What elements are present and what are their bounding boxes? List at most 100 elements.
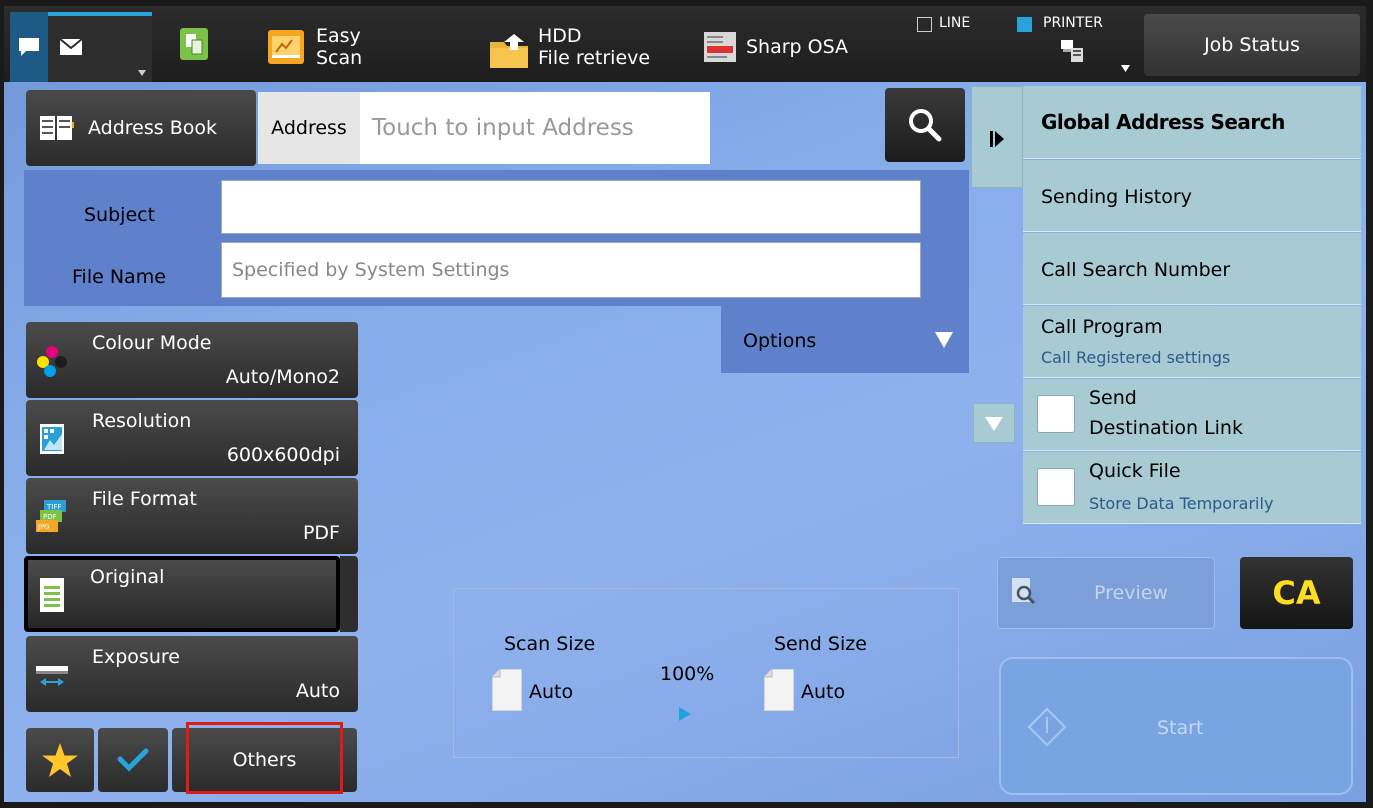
original-button-edge xyxy=(340,556,358,632)
resolution-icon xyxy=(40,424,64,454)
printer-label: PRINTER xyxy=(1043,15,1103,31)
easy-scan-button[interactable]: Easy Scan xyxy=(268,12,362,82)
line-indicator xyxy=(917,17,932,32)
address-book-button[interactable]: Address Book xyxy=(26,90,256,166)
mail-icon[interactable] xyxy=(60,39,82,55)
chat-tab[interactable] xyxy=(10,12,48,82)
send-link-label-1: Send xyxy=(1089,387,1137,409)
hdd-label-1: HDD xyxy=(538,25,582,47)
file-format-icon: TIFF PDF JPG xyxy=(36,500,66,532)
clear-all-button[interactable]: CA xyxy=(1240,557,1353,629)
chevron-down-icon xyxy=(138,70,146,76)
original-title: Original xyxy=(90,566,165,588)
colour-mode-icon xyxy=(37,346,67,377)
easy-scan-label-2: Scan xyxy=(316,47,363,69)
send-link-label-2: Destination Link xyxy=(1089,417,1243,439)
quick-file-label: Quick File xyxy=(1089,460,1181,482)
hdd-folder-icon xyxy=(490,34,528,68)
resolution-value: 600x600dpi xyxy=(226,444,340,466)
exposure-value: Auto xyxy=(295,680,340,702)
line-label: LINE xyxy=(939,15,971,31)
right-panel-collapse-tab[interactable] xyxy=(971,86,1023,188)
sending-history[interactable]: Sending History xyxy=(1023,160,1361,232)
quick-file-sublabel: Store Data Temporarily xyxy=(1089,494,1274,513)
star-icon xyxy=(42,743,78,777)
send-destination-link[interactable]: Send Destination Link xyxy=(1023,379,1361,451)
file-format-title: File Format xyxy=(92,488,197,510)
job-status-button[interactable]: Job Status xyxy=(1144,14,1360,76)
ratio-value: 100% xyxy=(660,663,715,685)
original-button[interactable]: Original xyxy=(24,556,340,632)
start-label: Start xyxy=(1157,717,1204,739)
printer-indicator xyxy=(1017,17,1032,32)
start-button[interactable]: Start xyxy=(999,657,1353,795)
hdd-file-retrieve-button[interactable]: HDD File retrieve xyxy=(490,12,650,82)
call-program[interactable]: Call Program Call Registered settings xyxy=(1023,306,1361,378)
address-label: Address xyxy=(258,92,360,164)
active-indicator xyxy=(48,12,152,16)
scroll-down-button[interactable] xyxy=(973,403,1015,443)
preview-icon xyxy=(1012,578,1036,605)
easy-scan-label-1: Easy xyxy=(316,25,361,47)
call-program-sublabel: Call Registered settings xyxy=(1041,348,1231,367)
svg-text:JPG: JPG xyxy=(37,523,50,531)
options-label: Options xyxy=(743,330,817,352)
exposure-icon xyxy=(36,666,68,686)
favourites-button[interactable] xyxy=(26,728,94,792)
triangle-down-icon xyxy=(935,332,953,348)
search-icon xyxy=(909,109,942,142)
paper-icon xyxy=(492,669,522,711)
send-size-value: Auto xyxy=(801,681,846,703)
paper-icon xyxy=(764,669,794,711)
message-mail-toggle[interactable] xyxy=(10,12,152,82)
play-arrow-icon xyxy=(679,707,691,721)
send-size-label: Send Size xyxy=(774,633,867,655)
address-book-icon xyxy=(40,116,74,140)
check-icon xyxy=(117,748,149,772)
options-toggle[interactable]: Options xyxy=(721,306,969,373)
colour-mode-button[interactable]: Colour Mode Auto/Mono2 xyxy=(26,322,358,398)
triangle-down-icon xyxy=(985,417,1003,431)
call-search-number[interactable]: Call Search Number xyxy=(1023,233,1361,305)
colour-mode-title: Colour Mode xyxy=(92,332,212,354)
call-program-label: Call Program xyxy=(1041,316,1163,338)
send-destination-link-checkbox[interactable] xyxy=(1037,395,1075,433)
search-button[interactable] xyxy=(885,88,965,162)
hdd-label-2: File retrieve xyxy=(538,47,651,69)
colour-mode-value: Auto/Mono2 xyxy=(225,366,340,388)
subject-label: Subject xyxy=(84,204,156,226)
subject-field[interactable] xyxy=(221,180,921,234)
file-format-button[interactable]: TIFF PDF JPG File Format PDF xyxy=(26,478,358,554)
quick-file[interactable]: Quick File Store Data Temporarily xyxy=(1023,452,1361,524)
sharp-osa-button[interactable]: Sharp OSA xyxy=(704,12,848,82)
chevron-down-icon[interactable] xyxy=(1121,65,1130,72)
scan-size-label: Scan Size xyxy=(504,633,596,655)
top-bar: Easy Scan HDD File retrieve Sharp OSA LI… xyxy=(4,6,1366,82)
svg-text:PDF: PDF xyxy=(43,513,57,521)
printer-icon[interactable] xyxy=(1061,40,1083,62)
original-icon xyxy=(40,578,64,612)
copy-icon[interactable] xyxy=(180,28,208,60)
chat-icon xyxy=(19,38,39,56)
preview-label: Preview xyxy=(1094,582,1168,604)
collapse-arrow-icon xyxy=(990,131,1004,147)
quick-file-checkbox[interactable] xyxy=(1037,468,1075,506)
call-search-number-label: Call Search Number xyxy=(1041,259,1231,281)
filename-label: File Name xyxy=(72,266,166,288)
filename-field[interactable]: Specified by System Settings xyxy=(221,242,921,298)
file-format-value: PDF xyxy=(302,522,340,544)
exposure-title: Exposure xyxy=(92,646,180,668)
svg-text:TIFF: TIFF xyxy=(46,503,61,511)
global-address-search[interactable]: Global Address Search xyxy=(1023,86,1361,159)
resolution-button[interactable]: Resolution 600x600dpi xyxy=(26,400,358,476)
easy-scan-icon xyxy=(268,30,304,64)
preview-button[interactable]: Preview xyxy=(997,557,1215,629)
address-book-label: Address Book xyxy=(88,117,217,139)
sharp-osa-icon xyxy=(704,32,736,62)
exposure-button[interactable]: Exposure Auto xyxy=(26,636,358,712)
sending-history-label: Sending History xyxy=(1041,186,1192,208)
check-button[interactable] xyxy=(98,728,168,792)
address-input[interactable]: Touch to input Address xyxy=(360,92,710,164)
resolution-title: Resolution xyxy=(92,410,192,432)
sharp-osa-label: Sharp OSA xyxy=(746,36,849,58)
